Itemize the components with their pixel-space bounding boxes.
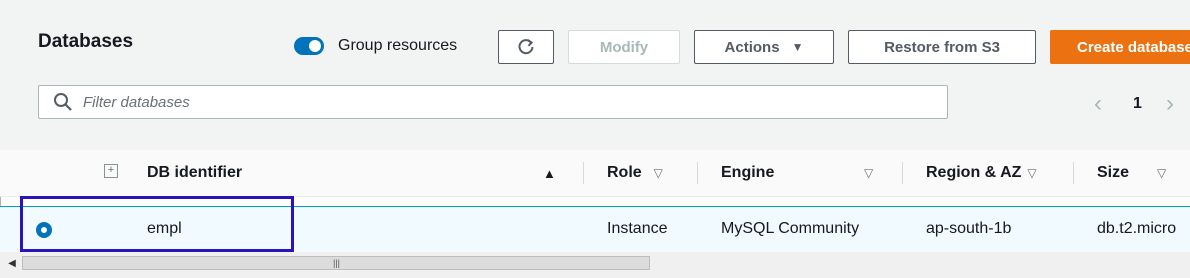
restore-label: Restore from S3 (884, 38, 1000, 56)
create-label: Create database (1077, 38, 1190, 56)
column-divider (697, 162, 698, 184)
modify-label: Modify (599, 38, 649, 56)
chevron-left-icon[interactable]: ‹ (1094, 90, 1102, 118)
col-role-label: Role (607, 164, 642, 181)
modify-button[interactable]: Modify (568, 30, 680, 64)
scrollbar-thumb[interactable]: ||| (22, 256, 650, 270)
table-header: + DB identifier ▲ Role ▽ Engine ▽ Region … (0, 150, 1190, 197)
selection-highlight-box (20, 196, 294, 252)
column-divider (583, 162, 584, 184)
panel-header: Databases Group resources Modify Actions… (0, 0, 1190, 151)
col-db-identifier-label: DB identifier (147, 164, 243, 181)
actions-label: Actions (724, 38, 780, 56)
toggle-knob (309, 40, 321, 52)
col-region-az-label: Region & AZ (926, 164, 1022, 181)
create-database-button[interactable]: Create database (1050, 30, 1190, 64)
sort-icon[interactable]: ▽ (864, 164, 873, 182)
sort-icon: ▽ (653, 166, 663, 180)
column-divider (1073, 162, 1074, 184)
page-number[interactable]: 1 (1133, 95, 1142, 113)
col-engine[interactable]: Engine (721, 164, 774, 182)
actions-button[interactable]: Actions ▼ (694, 30, 834, 64)
scroll-left-icon[interactable]: ◀ (4, 256, 20, 272)
col-size[interactable]: Size ▽ (1097, 164, 1166, 182)
grip-icon: ||| (333, 258, 341, 268)
column-divider (902, 162, 903, 184)
refresh-button[interactable] (498, 30, 554, 64)
sort-icon: ▽ (1157, 166, 1167, 180)
search-icon (54, 93, 72, 111)
col-engine-label: Engine (721, 164, 775, 181)
row-engine: MySQL Community (721, 220, 860, 237)
refresh-icon (518, 39, 534, 55)
caret-down-icon: ▼ (791, 40, 804, 54)
expand-all-icon[interactable]: + (104, 164, 118, 178)
restore-from-s3-button[interactable]: Restore from S3 (848, 30, 1036, 64)
col-size-label: Size (1097, 164, 1130, 181)
page-title: Databases (38, 31, 134, 52)
filter-databases-search[interactable] (38, 85, 948, 119)
row-size: db.t2.micro (1097, 220, 1177, 237)
sort-icon: ▽ (1027, 166, 1037, 180)
group-resources-toggle[interactable]: Group resources (294, 37, 457, 55)
row-role: Instance (607, 220, 668, 237)
row-region-az: ap-south-1b (926, 220, 1012, 237)
col-db-identifier[interactable]: DB identifier (147, 164, 242, 182)
chevron-right-icon[interactable]: › (1166, 90, 1174, 118)
horizontal-scrollbar[interactable]: ◀ ||| (0, 252, 1190, 278)
group-resources-label: Group resources (338, 37, 458, 54)
col-role[interactable]: Role ▽ (607, 164, 663, 182)
col-region-az[interactable]: Region & AZ ▽ (926, 164, 1037, 182)
search-input[interactable] (81, 92, 945, 112)
toggle-switch[interactable] (294, 37, 324, 55)
sort-ascending-icon[interactable]: ▲ (543, 166, 556, 181)
